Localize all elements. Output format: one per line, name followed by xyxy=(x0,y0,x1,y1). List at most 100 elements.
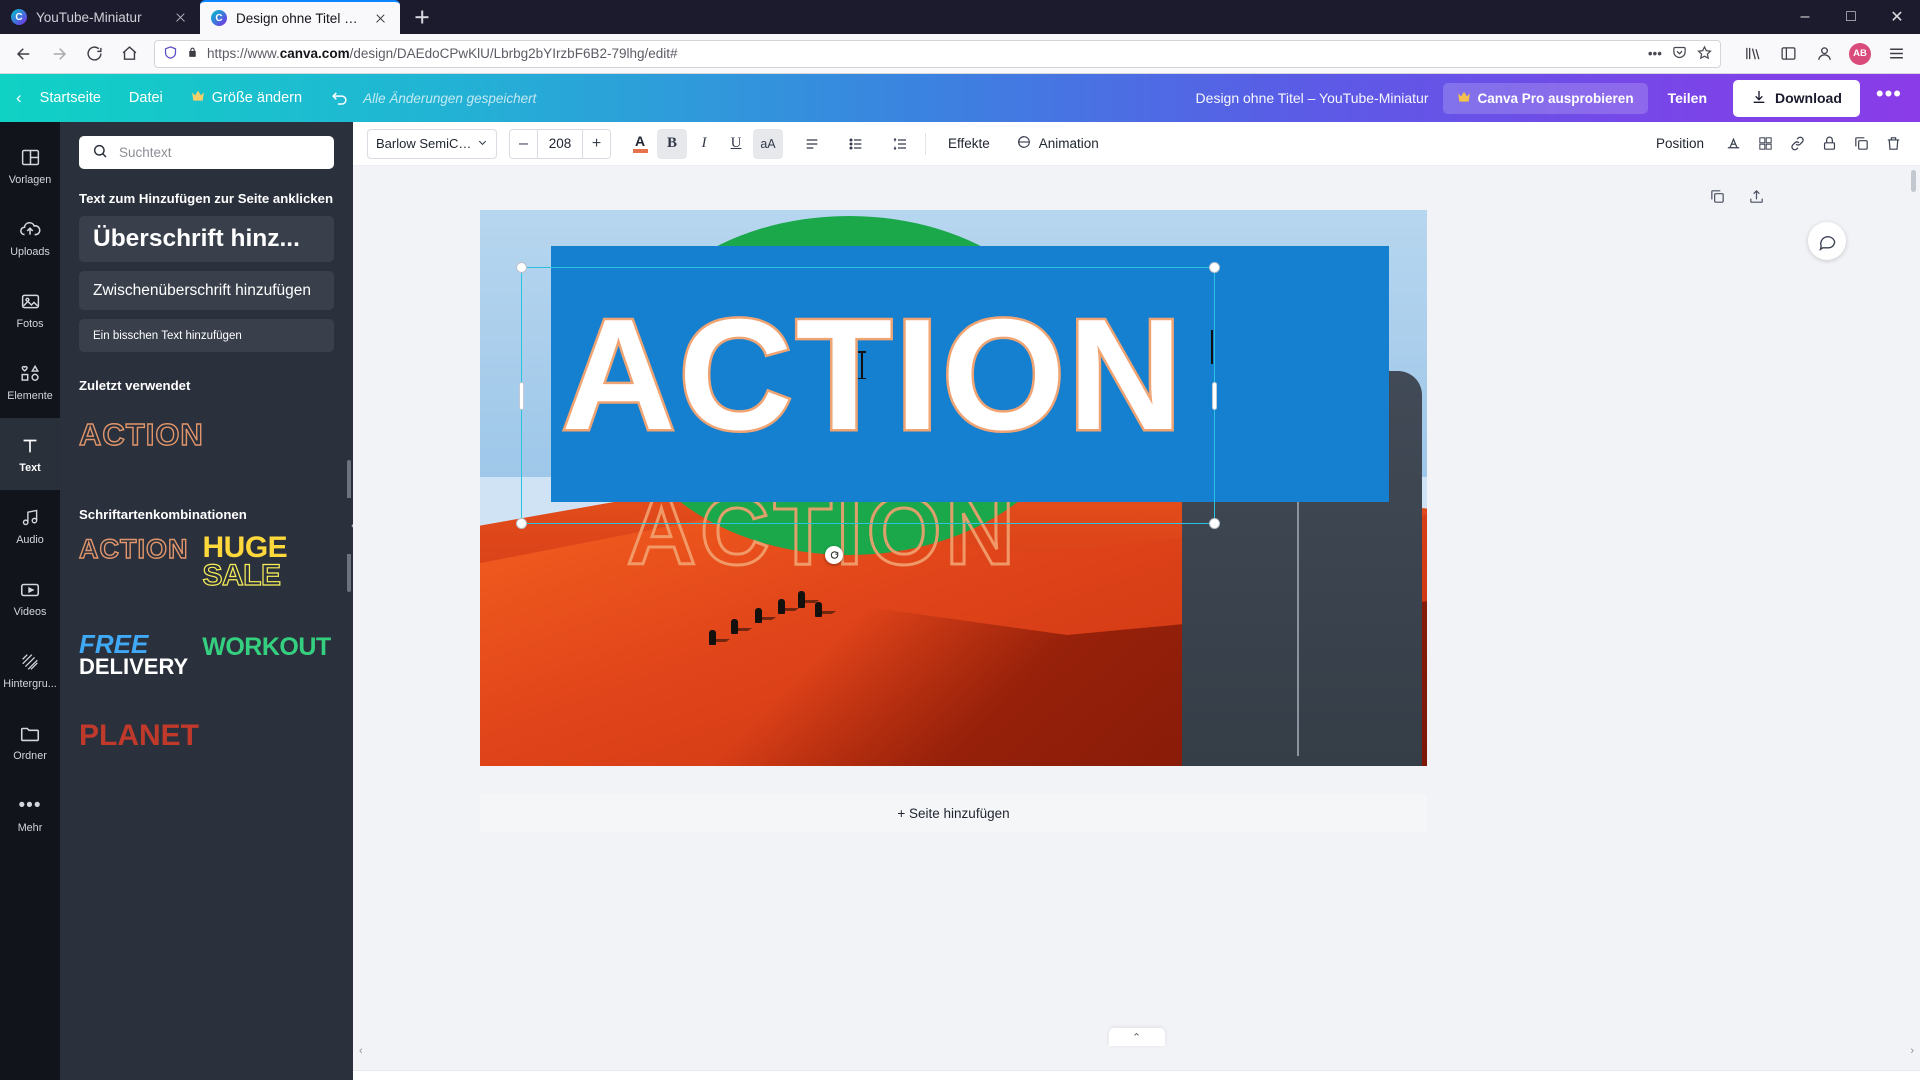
page-tools xyxy=(1709,188,1765,210)
resize-handle-bottom-left[interactable] xyxy=(516,518,527,529)
close-window-icon[interactable]: ✕ xyxy=(1874,0,1920,34)
undo-button[interactable] xyxy=(316,82,363,115)
reload-icon[interactable] xyxy=(78,38,110,70)
resize-label: Größe ändern xyxy=(211,90,303,106)
download-button[interactable]: Download xyxy=(1733,79,1860,117)
resize-button[interactable]: Größe ändern xyxy=(177,83,316,113)
bookmark-star-icon[interactable] xyxy=(1697,44,1712,63)
bold-button[interactable]: B xyxy=(657,128,687,159)
new-tab-button[interactable] xyxy=(408,3,436,31)
add-subheading-button[interactable]: Zwischenüberschrift hinzufügen xyxy=(79,271,334,310)
browser-tab-1[interactable]: C YouTube-Miniatur xyxy=(0,0,200,34)
pocket-icon[interactable] xyxy=(1672,45,1687,63)
library-icon[interactable] xyxy=(1736,38,1768,70)
recent-text-item[interactable]: ACTION xyxy=(78,403,334,459)
lock-icon[interactable] xyxy=(1814,129,1844,159)
bullet-list-button[interactable] xyxy=(841,129,871,159)
add-page-button[interactable]: + Seite hinzufügen xyxy=(480,794,1427,832)
sidebar-icon[interactable] xyxy=(1772,38,1804,70)
duplicate-icon[interactable] xyxy=(1846,129,1876,159)
page-export-icon[interactable] xyxy=(1748,188,1765,210)
canvas-horizontal-scrollbar[interactable]: ‹ › xyxy=(353,1045,1920,1058)
share-button[interactable]: Teilen xyxy=(1648,82,1727,114)
resize-handle-top-left[interactable] xyxy=(516,262,527,273)
editor-column: Barlow SemiCon... – 208 + A B I U aA Eff… xyxy=(353,122,1920,1080)
close-icon[interactable] xyxy=(172,9,189,26)
canvas-area[interactable]: ACTION ACTION + Seite hinzufügen ‹ › ⌃ xyxy=(353,166,1920,1070)
menu-icon[interactable] xyxy=(1880,38,1912,70)
maximize-icon[interactable]: □ xyxy=(1828,0,1874,34)
resize-handle-top-right[interactable] xyxy=(1209,262,1220,273)
duplicate-page-icon[interactable] xyxy=(1709,188,1726,210)
search-input[interactable]: Suchtext xyxy=(79,136,334,169)
rotate-icon[interactable] xyxy=(825,546,843,564)
font-family-select[interactable]: Barlow SemiCon... xyxy=(367,128,497,159)
canva-pro-button[interactable]: Canva Pro ausprobieren xyxy=(1442,82,1648,114)
file-menu-button[interactable]: Datei xyxy=(115,83,177,113)
forward-icon[interactable] xyxy=(43,38,75,70)
text-insertion-caret xyxy=(1211,330,1213,364)
sidebar-item-text[interactable]: Text xyxy=(0,418,60,490)
animation-button[interactable]: Animation xyxy=(1004,129,1111,159)
page-actions-icon[interactable]: ••• xyxy=(1648,46,1662,61)
avatar[interactable]: AB xyxy=(1844,38,1876,70)
collapse-panel-button[interactable]: ‹ xyxy=(344,498,353,554)
scroll-left-icon[interactable]: ‹ xyxy=(359,1045,363,1057)
add-body-text-button[interactable]: Ein bisschen Text hinzufügen xyxy=(79,319,334,352)
font-size-stepper: – 208 + xyxy=(509,128,611,159)
letter-case-button[interactable]: aA xyxy=(753,128,783,159)
text-color-button[interactable]: A xyxy=(625,129,655,159)
sidebar-item-elemente[interactable]: Elemente xyxy=(0,346,60,418)
back-icon[interactable] xyxy=(8,38,40,70)
add-text-heading: Text zum Hinzufügen zur Seite anklicken xyxy=(79,191,334,206)
account-icon[interactable] xyxy=(1808,38,1840,70)
font-combo-item-2[interactable]: FREE DELIVERY WORKOUT xyxy=(79,631,334,677)
effects-button[interactable]: Effekte xyxy=(936,129,1002,159)
close-icon[interactable] xyxy=(372,10,389,27)
sidebar-item-videos[interactable]: Videos xyxy=(0,562,60,634)
trash-icon[interactable] xyxy=(1878,129,1908,159)
underline-button[interactable]: U xyxy=(721,129,751,159)
comment-button[interactable] xyxy=(1808,222,1846,260)
line-spacing-button[interactable] xyxy=(885,129,915,159)
sidebar-item-uploads[interactable]: Uploads xyxy=(0,202,60,274)
home-icon[interactable] xyxy=(113,38,145,70)
sidebar-item-hintergrund[interactable]: Hintergru... xyxy=(0,634,60,706)
increase-font-size-button[interactable]: + xyxy=(583,128,611,159)
sidebar-item-ordner[interactable]: Ordner xyxy=(0,706,60,778)
design-page[interactable]: ACTION ACTION xyxy=(480,210,1427,766)
browser-tab-2[interactable]: C Design ohne Titel – YouTube-M xyxy=(200,0,400,34)
canvas-vertical-scrollbar[interactable] xyxy=(1911,170,1916,192)
decrease-font-size-button[interactable]: – xyxy=(509,128,537,159)
resize-handle-right[interactable] xyxy=(1213,382,1216,409)
add-heading-button[interactable]: Überschrift hinz... xyxy=(79,216,334,262)
minimize-icon[interactable]: – xyxy=(1782,0,1828,34)
collapse-notes-button[interactable]: ⌃ xyxy=(1108,1028,1165,1046)
document-title[interactable]: Design ohne Titel – YouTube-Miniatur xyxy=(1196,90,1443,106)
text-cursor xyxy=(858,351,866,379)
scroll-right-icon[interactable]: › xyxy=(1910,1045,1914,1057)
sidebar-item-fotos[interactable]: Fotos xyxy=(0,274,60,346)
sidebar-item-vorlagen[interactable]: Vorlagen xyxy=(0,130,60,202)
position-button[interactable]: Position xyxy=(1644,129,1716,159)
text-align-button[interactable] xyxy=(797,129,827,159)
font-size-input[interactable]: 208 xyxy=(537,128,583,159)
combo-planet: PLANET xyxy=(79,719,199,753)
sidebar-item-mehr[interactable]: ••• Mehr xyxy=(0,778,60,850)
font-combo-item-3[interactable]: PLANET xyxy=(79,719,334,753)
back-button[interactable]: ‹ xyxy=(0,81,26,115)
link-icon[interactable] xyxy=(1782,129,1812,159)
copy-style-icon[interactable] xyxy=(1750,129,1780,159)
selection-frame[interactable] xyxy=(516,262,1220,529)
home-button[interactable]: Startseite xyxy=(26,83,115,113)
url-bar[interactable]: https://www.canva.com/design/DAEdoCPwKlU… xyxy=(154,39,1721,68)
sidebar-item-audio[interactable]: Audio xyxy=(0,490,60,562)
avatar-initials: AB xyxy=(1849,42,1871,65)
resize-handle-bottom-right[interactable] xyxy=(1209,518,1220,529)
sidebar-label: Videos xyxy=(13,605,47,618)
resize-handle-left[interactable] xyxy=(520,382,523,409)
italic-button[interactable]: I xyxy=(689,129,719,159)
font-combo-item-1[interactable]: ACTION HUGE SALE xyxy=(78,533,334,591)
more-options-button[interactable]: ••• xyxy=(1866,81,1920,115)
transparency-icon[interactable] xyxy=(1718,129,1748,159)
